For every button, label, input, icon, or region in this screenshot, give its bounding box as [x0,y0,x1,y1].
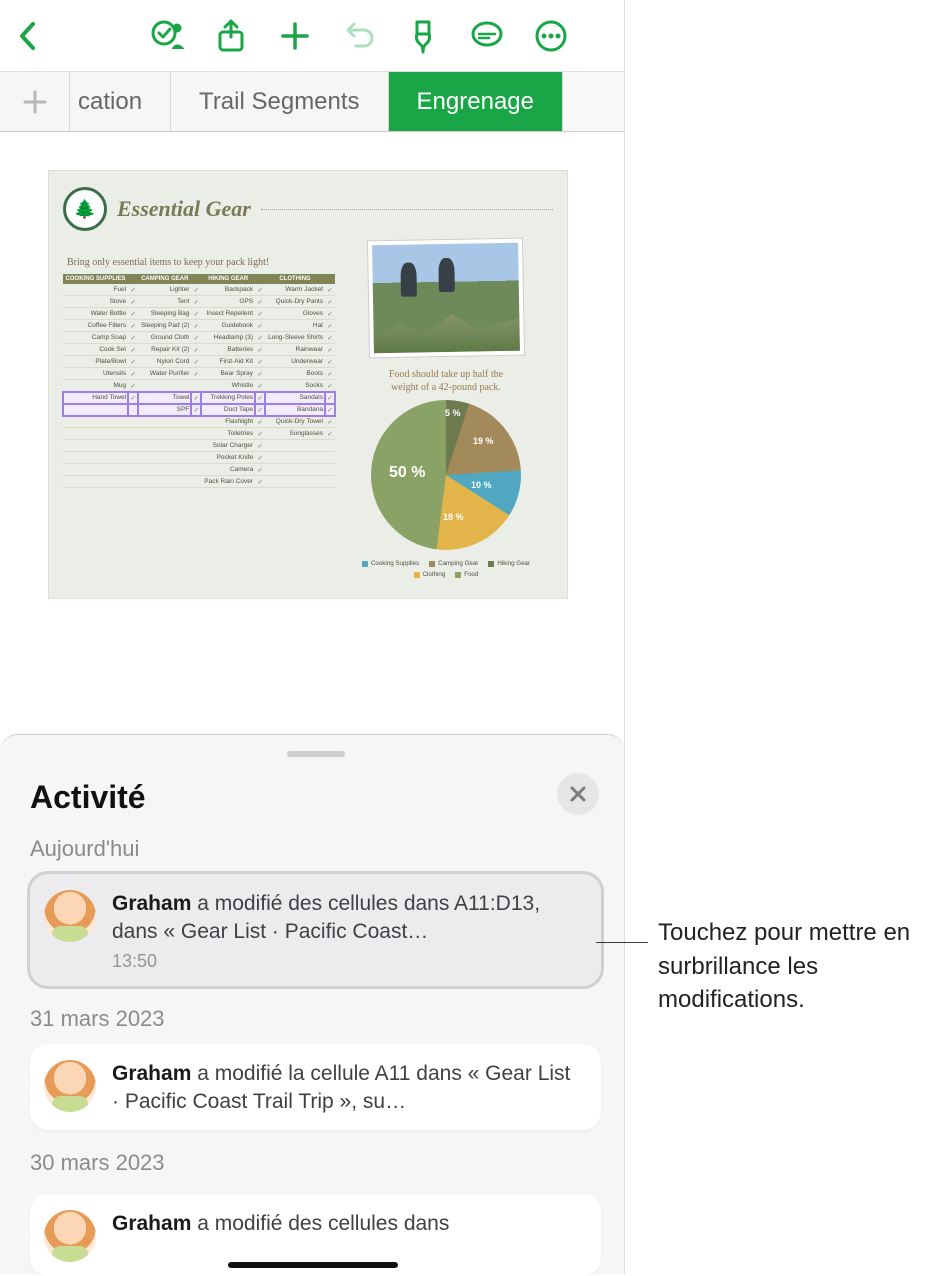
add-icon[interactable] [272,13,318,59]
table-row[interactable]: Fuel✓Lighter✓Backpack✓Warm Jacket✓ [63,284,335,296]
more-icon[interactable] [528,13,574,59]
activity-title: Activité [30,779,601,816]
tab-trail-segments[interactable]: Trail Segments [171,72,389,131]
sheet-tabs: cation Trail Segments Engrenage [0,72,625,132]
table-row[interactable]: Utensils✓Water Purifier✓Bear Spray✓Boots… [63,368,335,380]
table-row[interactable]: Hand Towel✓Towel✓Trekking Poles✓Sandals✓ [63,392,335,404]
table-row[interactable]: Cook Set✓Repair Kit (2)✓Batteries✓Rainwe… [63,344,335,356]
add-sheet-button[interactable] [0,72,70,131]
back-button[interactable] [8,21,48,51]
avatar [44,1210,96,1262]
undo-icon[interactable] [336,13,382,59]
table-row[interactable]: Plate/Bowl✓Nylon Cord✓First-Aid Kit✓Unde… [63,356,335,368]
table-row[interactable]: Pocket Knife✓ [63,452,335,464]
table-row[interactable]: Coffee Filters✓Sleeping Pad (2)✓Guideboo… [63,320,335,332]
tab-location[interactable]: cation [70,72,171,131]
chart-legend: Cooking Supplies Camping Gear Hiking Gea… [353,560,539,578]
table-row[interactable]: Toiletries✓Sunglasses✓ [63,428,335,440]
activity-text: Graham a modifié la cellule A11 dans « G… [112,1060,583,1117]
trails-logo-icon: 🌲 [63,187,107,231]
hiking-photo [367,238,525,359]
top-toolbar [0,0,625,72]
tab-engrenage[interactable]: Engrenage [389,72,563,131]
comment-icon[interactable] [464,13,510,59]
section-today: Aujourd'hui [30,836,601,862]
avatar [44,1060,96,1112]
activity-text: Graham a modifié des cellules dans A11:D… [112,890,583,947]
table-row[interactable]: Pack Rain Cover✓ [63,476,335,488]
sheet-title: Essential Gear [117,196,251,222]
table-row[interactable]: Flashlight✓Quick-Dry Towel✓ [63,416,335,428]
callout-leader [596,942,648,943]
callout-label: Touchez pour mettre en surbrillance les … [658,916,930,1017]
sheet-grabber[interactable] [287,751,345,757]
section-date: 30 mars 2023 [30,1150,601,1176]
collaborate-icon[interactable] [144,13,190,59]
table-row[interactable]: Solar Charger✓ [63,440,335,452]
share-icon[interactable] [208,13,254,59]
gear-table[interactable]: COOKING SUPPLIES CAMPING GEAR HIKING GEA… [63,274,335,488]
avatar [44,890,96,942]
sheet-preview: 🌲 Essential Gear Bring only essential it… [48,170,568,599]
table-row[interactable]: Camp Soap✓Ground Cloth✓Headlamp (3)✓Long… [63,332,335,344]
spreadsheet-canvas[interactable]: 🌲 Essential Gear Bring only essential it… [0,132,625,599]
table-row[interactable]: Stove✓Tent✓GPS✓Quick-Dry Pants✓ [63,296,335,308]
table-row[interactable]: Water Bottle✓Sleeping Bag✓Insect Repelle… [63,308,335,320]
activity-panel: Activité Aujourd'hui Graham a modifié de… [0,734,625,1274]
table-row[interactable]: Camera✓ [63,464,335,476]
activity-item[interactable]: Graham a modifié la cellule A11 dans « G… [30,1044,601,1131]
table-row[interactable]: SPF✓Duct Tape✓Bandana✓ [63,404,335,416]
section-date: 31 mars 2023 [30,1006,601,1032]
pie-chart[interactable]: 50 % 5 % 19 % 10 % 18 % [371,400,521,550]
photo-caption: Food should take up half theweight of a … [389,369,503,394]
activity-text: Graham a modifié des cellules dans [112,1210,449,1238]
home-indicator[interactable] [228,1262,398,1268]
activity-item[interactable]: Graham a modifié des cellules dans A11:D… [30,874,601,986]
activity-time: 13:50 [112,951,583,972]
close-button[interactable] [557,773,599,815]
sheet-subtitle: Bring only essential items to keep your … [67,257,335,268]
table-row[interactable]: Mug✓Whistle✓Socks✓ [63,380,335,392]
format-brush-icon[interactable] [400,13,446,59]
